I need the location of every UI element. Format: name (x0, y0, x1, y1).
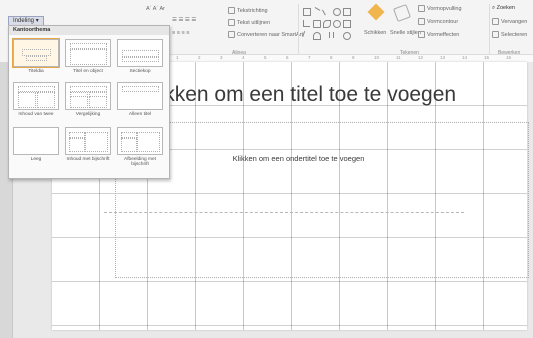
font-size-buttons[interactable]: A´ A´ Ar (146, 6, 165, 12)
ruler-tick-label: 10 (374, 55, 380, 60)
ruler-tick-label: 3 (220, 55, 223, 60)
layout-thumbnail (117, 127, 163, 155)
quick-styles-button[interactable]: Snelle stijlen (390, 4, 421, 46)
pen-icon (418, 18, 425, 25)
corner-shape-icon[interactable] (303, 20, 310, 27)
bracket-shape-icon[interactable] (333, 32, 340, 38)
text-box-icon[interactable] (313, 20, 321, 28)
text-direction-icon (228, 7, 235, 14)
layout-thumbnail (13, 82, 59, 110)
ruler-tick-label: 5 (264, 55, 267, 60)
layout-thumbnail (65, 127, 111, 155)
shape-fill-button[interactable]: Vormopvulling (418, 5, 462, 12)
title-placeholder-border (115, 122, 529, 278)
ruler-tick-label: 16 (506, 55, 512, 60)
effects-icon (418, 31, 425, 38)
layout-two-content[interactable]: Inhoud van twee (13, 82, 59, 117)
ruler-tick-label: 12 (418, 55, 424, 60)
square-shape-icon[interactable] (343, 8, 351, 16)
quick-styles-icon (393, 4, 411, 22)
ruler-tick-label: 6 (286, 55, 289, 60)
layout-thumbnail (117, 82, 163, 110)
arc-shape-icon[interactable] (313, 32, 321, 40)
square-shape-icon[interactable] (343, 20, 351, 28)
dropdown-header: Kantoorthema (9, 26, 169, 35)
ruler-tick-label: 15 (484, 55, 490, 60)
star-shape-icon[interactable] (343, 32, 351, 40)
text-direction-button[interactable]: Tekstrichting (228, 7, 268, 14)
layout-title-only[interactable]: Alleen titel (117, 82, 163, 117)
ruler-tick-label: 13 (440, 55, 446, 60)
leaf-shape-icon[interactable] (323, 20, 331, 28)
cursor-icon (492, 31, 499, 38)
layout-title-slide[interactable]: Titeldia (12, 38, 60, 74)
line-shape-icon[interactable] (321, 6, 332, 16)
ruler-tick-label: 7 (308, 55, 311, 60)
ruler-tick-label: 1 (176, 55, 179, 60)
ruler-tick-label: 14 (462, 55, 468, 60)
chevron-down-icon: ▾ (35, 18, 39, 24)
layout-content-caption[interactable]: Inhoud met bijschrift (65, 127, 111, 162)
subtitle-divider (104, 212, 464, 213)
horizontal-ruler: 1 2 3 4 5 6 7 8 9 10 11 12 13 14 15 16 (168, 54, 533, 62)
shape-outline-button[interactable]: Vormcontour (418, 18, 458, 25)
layout-picture-caption[interactable]: Afbeelding met bijschrift (117, 127, 163, 167)
ribbon-separator (298, 4, 299, 58)
arrange-button[interactable]: Schikken (364, 3, 388, 46)
layout-section-header[interactable]: Sectiekop (117, 39, 163, 74)
arrange-icon (367, 3, 385, 21)
find-button[interactable]: ⌕ Zoeken (492, 5, 515, 11)
rectangle-shape-icon[interactable] (303, 8, 311, 16)
select-button[interactable]: Selecteren (492, 31, 527, 38)
ruler-tick-label: 9 (352, 55, 355, 60)
layout-thumbnail (65, 39, 111, 67)
layout-blank[interactable]: Leeg (13, 127, 59, 162)
shape-effects-button[interactable]: Vormeffecten (418, 31, 459, 38)
replace-button[interactable]: Vervangen (492, 18, 527, 25)
replace-icon (492, 18, 499, 25)
align-text-button[interactable]: Tekst uitlijnen (228, 19, 270, 26)
align-text-icon (228, 19, 235, 26)
bracket-shape-icon[interactable] (323, 32, 330, 38)
layout-thumbnail (117, 39, 163, 67)
ruler-tick-label: 8 (330, 55, 333, 60)
layout-thumbnail (65, 82, 111, 110)
ruler-tick-label: 2 (198, 55, 201, 60)
circle-shape-icon[interactable] (333, 20, 341, 28)
ribbon-separator (489, 4, 490, 58)
oval-shape-icon[interactable] (333, 8, 341, 16)
layout-thumbnail (13, 127, 59, 155)
slash-shape-icon[interactable] (302, 30, 311, 40)
bullet-list-buttons[interactable]: ☰ ☰ ☰ ☰ (172, 17, 196, 23)
align-buttons[interactable]: ≡ ≡ ≡ ≡ (172, 30, 189, 36)
paint-bucket-icon (418, 5, 425, 12)
ruler-tick-label: 11 (396, 55, 401, 60)
convert-smartart-button[interactable]: Converteren naar SmartArt (228, 31, 303, 38)
layout-comparison[interactable]: Vergelijking (65, 82, 111, 117)
layout-dropdown: Kantoorthema Titeldia Titel en object Se… (8, 25, 170, 179)
layout-thumbnail (12, 38, 60, 68)
line-shape-icon[interactable] (311, 6, 321, 17)
layout-title-content[interactable]: Titel en object (65, 39, 111, 74)
ruler-tick-label: 4 (242, 55, 245, 60)
smartart-icon (228, 31, 235, 38)
